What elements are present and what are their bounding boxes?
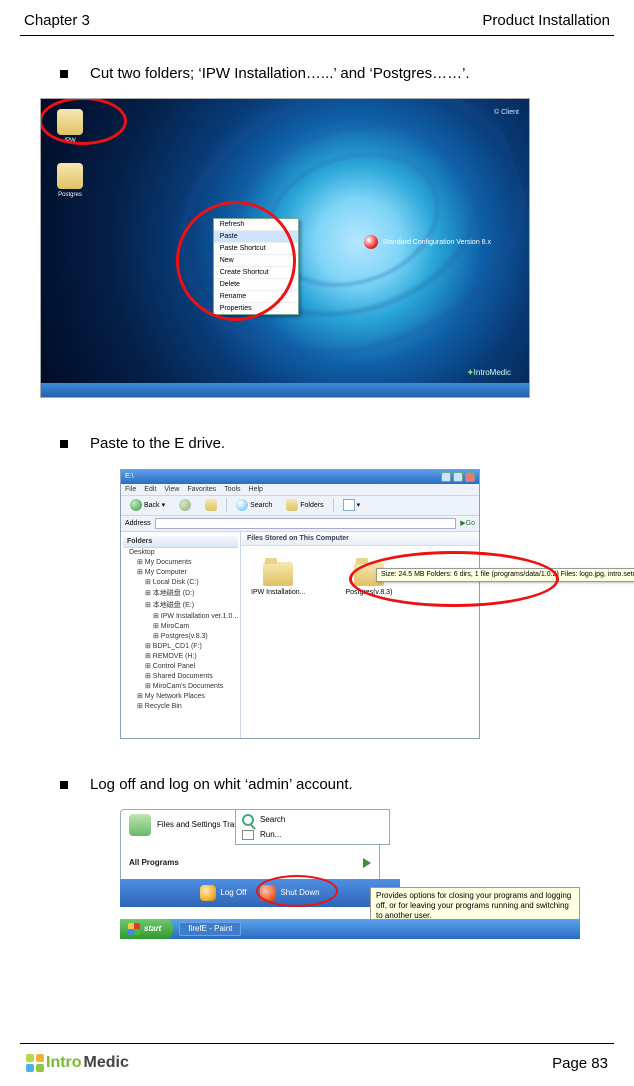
run-item[interactable]: Run... <box>242 830 383 840</box>
tree-node[interactable]: ⊞ BDPL_CD1 (F:) <box>123 641 238 651</box>
search-button[interactable]: Search <box>231 497 277 513</box>
minimize-button[interactable] <box>441 472 451 482</box>
windows-flag-icon <box>128 923 140 935</box>
folders-button[interactable]: Folders <box>281 497 328 513</box>
header-section: Product Installation <box>482 12 610 29</box>
explorer-toolbar: Back▾ Search Folders ▾ <box>121 496 479 516</box>
bullet-3-text: Log off and log on whit ‘admin’ account. <box>90 775 353 795</box>
triangle-right-icon <box>363 858 371 868</box>
tree-header: Folders <box>123 536 238 548</box>
address-label: Address <box>125 520 151 527</box>
bullet-square-icon <box>60 70 68 78</box>
menu-help[interactable]: Help <box>249 486 263 493</box>
pane-header: Files Stored on This Computer <box>241 532 479 546</box>
highlight-ring-icon <box>349 551 559 607</box>
bullet-square-icon <box>60 781 68 789</box>
tree-node[interactable]: ⊞ Control Panel <box>123 661 238 671</box>
footer-logo: IntroMedic <box>26 1054 129 1072</box>
views-button[interactable]: ▾ <box>338 497 366 513</box>
tree-node[interactable]: ⊞ 本地磁盘 (E:) <box>123 599 238 611</box>
logoff-icon <box>200 885 216 901</box>
wallpaper-brand: ✦IntroMedic <box>467 368 511 377</box>
tree-node[interactable]: Desktop <box>123 548 238 557</box>
desktop-center-badge: Standard Configuration Version 8.x <box>364 235 491 249</box>
desktop-folder-postgres[interactable]: Postgres <box>53 163 87 203</box>
menu-item[interactable]: Rename <box>214 291 298 303</box>
taskbar[interactable] <box>41 383 529 397</box>
folder-label: IPW Installation... <box>251 589 305 596</box>
bullet-1-text: Cut two folders; ‘IPW Installation…...’ … <box>90 64 470 84</box>
context-menu[interactable]: Refresh Paste Paste Shortcut New Create … <box>213 218 299 315</box>
tree-node[interactable]: ⊞ Local Disk (C:) <box>123 577 238 587</box>
figure-logoff-screenshot: Files and Settings Transfer Wizard All P… <box>120 809 580 939</box>
tree-node[interactable]: ⊞ Recycle Bin <box>123 701 238 711</box>
bullet-2-text: Paste to the E drive. <box>90 434 225 454</box>
menu-item[interactable]: Paste Shortcut <box>214 243 298 255</box>
menu-view[interactable]: View <box>164 486 179 493</box>
menu-item[interactable]: Refresh <box>214 219 298 231</box>
tree-node[interactable]: ⊞ Postgres(v.8.3) <box>123 631 238 641</box>
search-item[interactable]: Search <box>242 814 383 826</box>
bullet-square-icon <box>60 440 68 448</box>
wizard-icon <box>129 814 151 836</box>
forward-button[interactable] <box>174 497 196 513</box>
search-icon <box>242 814 254 826</box>
tree-node[interactable]: ⊞ MiroCam's Documents <box>123 681 238 691</box>
menu-item[interactable]: Create Shortcut <box>214 267 298 279</box>
desktop-corner-text: © Client <box>494 109 519 116</box>
address-input[interactable] <box>155 518 457 529</box>
start-right-column: Search Run... <box>235 809 390 845</box>
taskbar-item[interactable]: firefE - Paint <box>179 922 241 936</box>
tree-node[interactable]: ⊞ Shared Documents <box>123 671 238 681</box>
menu-item[interactable]: Delete <box>214 279 298 291</box>
menu-item[interactable]: New <box>214 255 298 267</box>
header-chapter: Chapter 3 <box>24 12 90 29</box>
tree-node[interactable]: ⊞ REMOVE (H:) <box>123 651 238 661</box>
menu-item[interactable]: Paste <box>214 231 298 243</box>
tree-node[interactable]: ⊞ 本地磁盘 (D:) <box>123 587 238 599</box>
folder-tree[interactable]: Folders Desktop⊞ My Documents⊞ My Comput… <box>121 532 241 738</box>
go-button[interactable]: ▶Go <box>460 519 475 527</box>
menu-file[interactable]: File <box>125 486 136 493</box>
all-programs-button[interactable]: All Programs <box>129 858 371 868</box>
page-number: Page 83 <box>552 1055 608 1072</box>
taskbar[interactable]: start firefE - Paint <box>120 919 580 939</box>
figure-explorer-screenshot: E:\ File Edit View Favorites Tools Help <box>120 469 480 739</box>
tree-node[interactable]: ⊞ My Documents <box>123 557 238 567</box>
menu-edit[interactable]: Edit <box>144 486 156 493</box>
folder-ipw[interactable]: IPW Installation... <box>251 562 305 596</box>
logo-petals-icon <box>26 1054 44 1072</box>
close-button[interactable] <box>465 472 475 482</box>
explorer-menubar[interactable]: File Edit View Favorites Tools Help <box>121 484 479 496</box>
menu-tools[interactable]: Tools <box>224 486 240 493</box>
menu-item[interactable]: Properties <box>214 303 298 314</box>
window-titlebar[interactable]: E:\ <box>121 470 479 484</box>
maximize-button[interactable] <box>453 472 463 482</box>
menu-favorites[interactable]: Favorites <box>187 486 216 493</box>
logoff-button[interactable]: Log Off <box>200 885 246 901</box>
tree-node[interactable]: ⊞ MiroCam <box>123 621 238 631</box>
up-button[interactable] <box>200 497 222 513</box>
figure-desktop-screenshot: © Client IPW Postgres Standard Configura… <box>40 98 530 398</box>
run-icon <box>242 830 254 840</box>
tree-node[interactable]: ⊞ IPW Installation ver.1.0... <box>123 611 238 621</box>
tree-node[interactable]: ⊞ My Computer <box>123 567 238 577</box>
highlight-ring-icon <box>256 875 338 907</box>
folder-icon <box>263 562 293 586</box>
window-title: E:\ <box>125 473 134 480</box>
header-rule <box>20 35 614 36</box>
desktop-folder-ipw[interactable]: IPW <box>53 109 87 149</box>
explorer-content-pane[interactable]: IPW Installation... Postgres(v.8.3) Size… <box>241 546 479 738</box>
tree-node[interactable]: ⊞ My Network Places <box>123 691 238 701</box>
start-button[interactable]: start <box>120 919 173 939</box>
back-button[interactable]: Back▾ <box>125 497 170 513</box>
